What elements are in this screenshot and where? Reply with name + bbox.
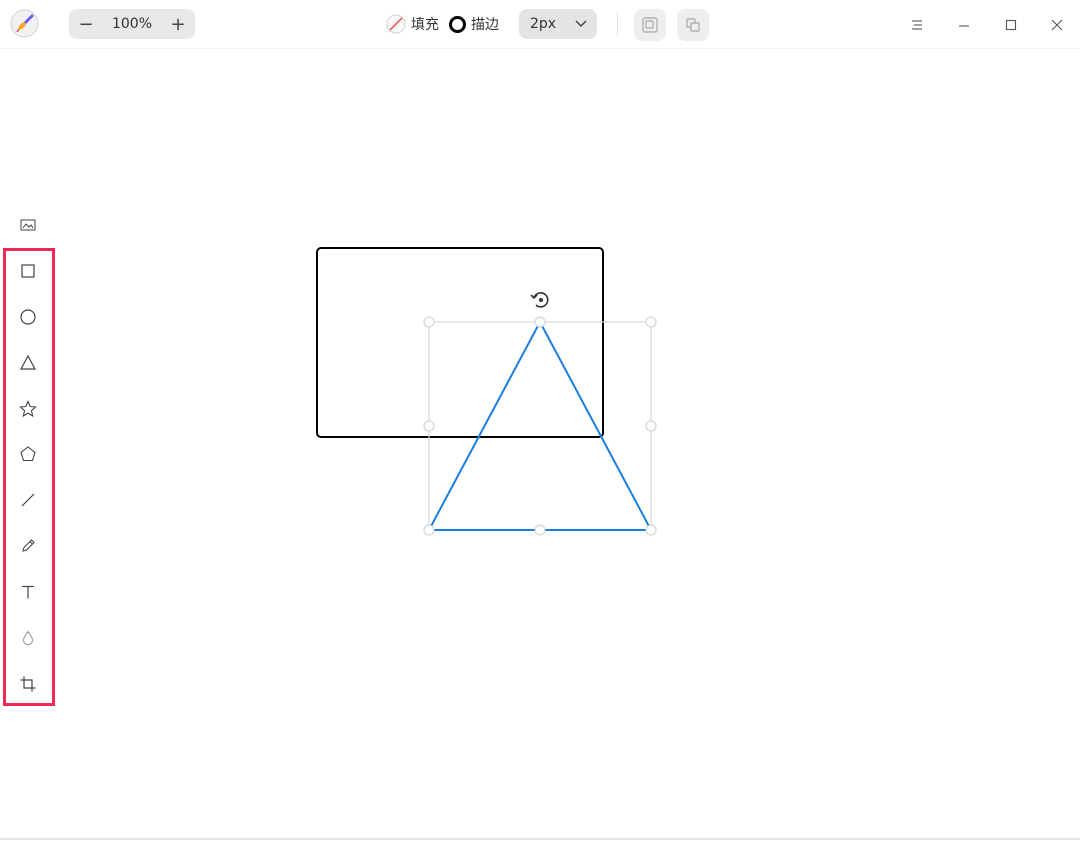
zoom-in-button[interactable]: + [161, 9, 195, 39]
shape-attributes: 填充 描边 [386, 9, 509, 39]
close-icon [1051, 19, 1063, 31]
star-icon [19, 400, 37, 418]
drawing-canvas[interactable] [60, 49, 1080, 840]
image-icon [20, 219, 36, 231]
text-icon [22, 585, 34, 599]
resize-handle[interactable] [645, 524, 657, 536]
bring-to-front-icon [642, 17, 658, 33]
minimize-icon [959, 25, 969, 27]
resize-handle[interactable] [423, 524, 435, 536]
main-menu-button[interactable] [904, 12, 930, 38]
pencil-icon [22, 539, 35, 552]
menu-icon [912, 20, 922, 30]
stroke-color-swatch[interactable] [449, 15, 466, 33]
rectangle-icon [21, 264, 35, 278]
fill-label: 填充 [411, 17, 439, 33]
maximize-button[interactable] [998, 12, 1024, 38]
polygon-icon [20, 446, 36, 462]
close-button[interactable] [1044, 12, 1070, 38]
selection-bounding-box [428, 321, 652, 531]
resize-handle[interactable] [534, 316, 546, 328]
line-icon [21, 493, 35, 507]
zoom-out-button[interactable]: − [69, 9, 103, 39]
resize-handle[interactable] [423, 316, 435, 328]
zoom-level[interactable]: 100% [103, 16, 161, 32]
ellipse-icon [20, 309, 36, 325]
canvas-svg [316, 247, 657, 536]
chevron-down-icon [575, 20, 587, 28]
resize-handle[interactable] [645, 316, 657, 328]
tool-blur[interactable] [14, 624, 42, 652]
resize-handle[interactable] [645, 420, 657, 432]
zoom-control: − 100% + [69, 9, 195, 39]
title-bar: − 100% + 填充 描边 2px [0, 0, 1080, 49]
no-fill-icon[interactable] [386, 14, 406, 34]
send-to-back-icon [686, 18, 700, 32]
triangle-icon [19, 354, 37, 370]
tool-triangle[interactable] [14, 349, 42, 377]
tool-star[interactable] [14, 395, 42, 423]
rotate-handle-icon[interactable] [530, 292, 549, 308]
crop-icon [20, 676, 36, 692]
maximize-icon [1005, 19, 1017, 31]
canvas-rectangle-shape[interactable] [316, 247, 604, 438]
selection-handles[interactable] [423, 316, 657, 536]
tool-rectangle[interactable] [14, 257, 42, 285]
tool-image[interactable] [14, 211, 42, 239]
resize-handle[interactable] [423, 420, 435, 432]
bring-to-front-button[interactable] [634, 9, 666, 41]
app-logo-icon[interactable] [10, 9, 39, 38]
minimize-button[interactable] [951, 12, 977, 38]
send-to-back-button[interactable] [677, 9, 709, 41]
tool-line[interactable] [14, 486, 42, 514]
canvas-triangle-shape[interactable] [427, 319, 653, 531]
tool-ellipse[interactable] [14, 303, 42, 331]
toolbar-divider [617, 13, 618, 35]
tool-pencil[interactable] [14, 532, 42, 560]
blur-icon [22, 630, 34, 646]
tool-polygon[interactable] [14, 440, 42, 468]
stroke-label: 描边 [471, 17, 499, 33]
tool-text[interactable] [14, 578, 42, 606]
stroke-width-value: 2px [530, 16, 557, 32]
resize-handle[interactable] [534, 524, 546, 536]
tool-crop[interactable] [14, 670, 42, 698]
stroke-width-select[interactable]: 2px [519, 9, 597, 39]
